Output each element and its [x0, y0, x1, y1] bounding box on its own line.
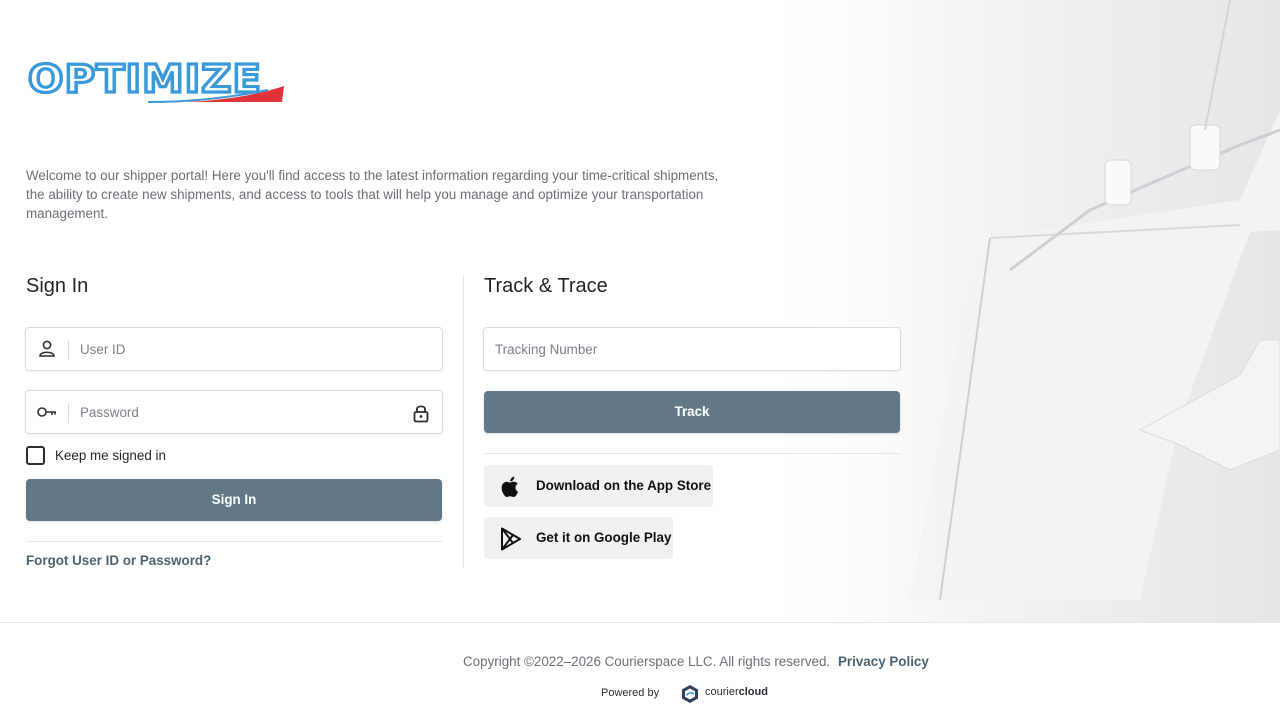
copyright-text: Copyright ©2022–2026 Courierspace LLC. A… [463, 654, 831, 669]
couriercloud-wordmark-prefix: courier [705, 686, 739, 698]
app-store-button[interactable]: Download on the App Store [484, 465, 713, 507]
user-icon [39, 340, 55, 357]
couriercloud-wordmark: couriercloud [705, 686, 768, 698]
key-icon [37, 407, 56, 417]
optimize-logo: OPTIMIZE [28, 58, 284, 103]
lock-icon[interactable] [412, 403, 430, 423]
tracking-number-field[interactable]: Tracking Number [483, 327, 901, 371]
hero-airplane-image [760, 0, 1280, 622]
svg-text:OPTIMIZE: OPTIMIZE [28, 58, 262, 101]
sign-in-title: Sign In [26, 275, 89, 297]
password-input[interactable]: Password [80, 405, 139, 420]
couriercloud-logo-icon [682, 685, 698, 703]
keep-signed-in-label: Keep me signed in [55, 448, 166, 463]
app-store-label: Download on the App Store [536, 478, 712, 493]
google-play-button[interactable]: Get it on Google Play [484, 517, 673, 559]
track-button[interactable]: Track [484, 391, 900, 433]
tracking-number-input[interactable]: Tracking Number [495, 342, 597, 357]
track-divider [484, 453, 900, 454]
user-id-input[interactable]: User ID [80, 342, 125, 357]
intro-text: Welcome to our shipper portal! Here you'… [26, 168, 719, 221]
apple-icon [501, 476, 518, 498]
field-divider [68, 403, 69, 423]
track-trace-title: Track & Trace [484, 275, 608, 297]
couriercloud-wordmark-suffix: cloud [738, 686, 768, 698]
sign-in-divider [26, 541, 442, 542]
google-play-icon [501, 527, 521, 551]
user-id-field[interactable]: User ID [25, 327, 443, 371]
privacy-policy-link[interactable]: Privacy Policy [838, 654, 929, 669]
field-divider [68, 340, 69, 360]
google-play-label: Get it on Google Play [536, 530, 672, 545]
sign-in-button[interactable]: Sign In [26, 479, 442, 521]
password-field[interactable]: Password [25, 390, 443, 434]
footer-divider [0, 622, 1280, 623]
keep-signed-in-checkbox[interactable] [26, 446, 45, 465]
forgot-credentials-link[interactable]: Forgot User ID or Password? [26, 553, 211, 568]
column-divider [463, 275, 464, 568]
powered-by-label: Powered by [601, 687, 660, 699]
